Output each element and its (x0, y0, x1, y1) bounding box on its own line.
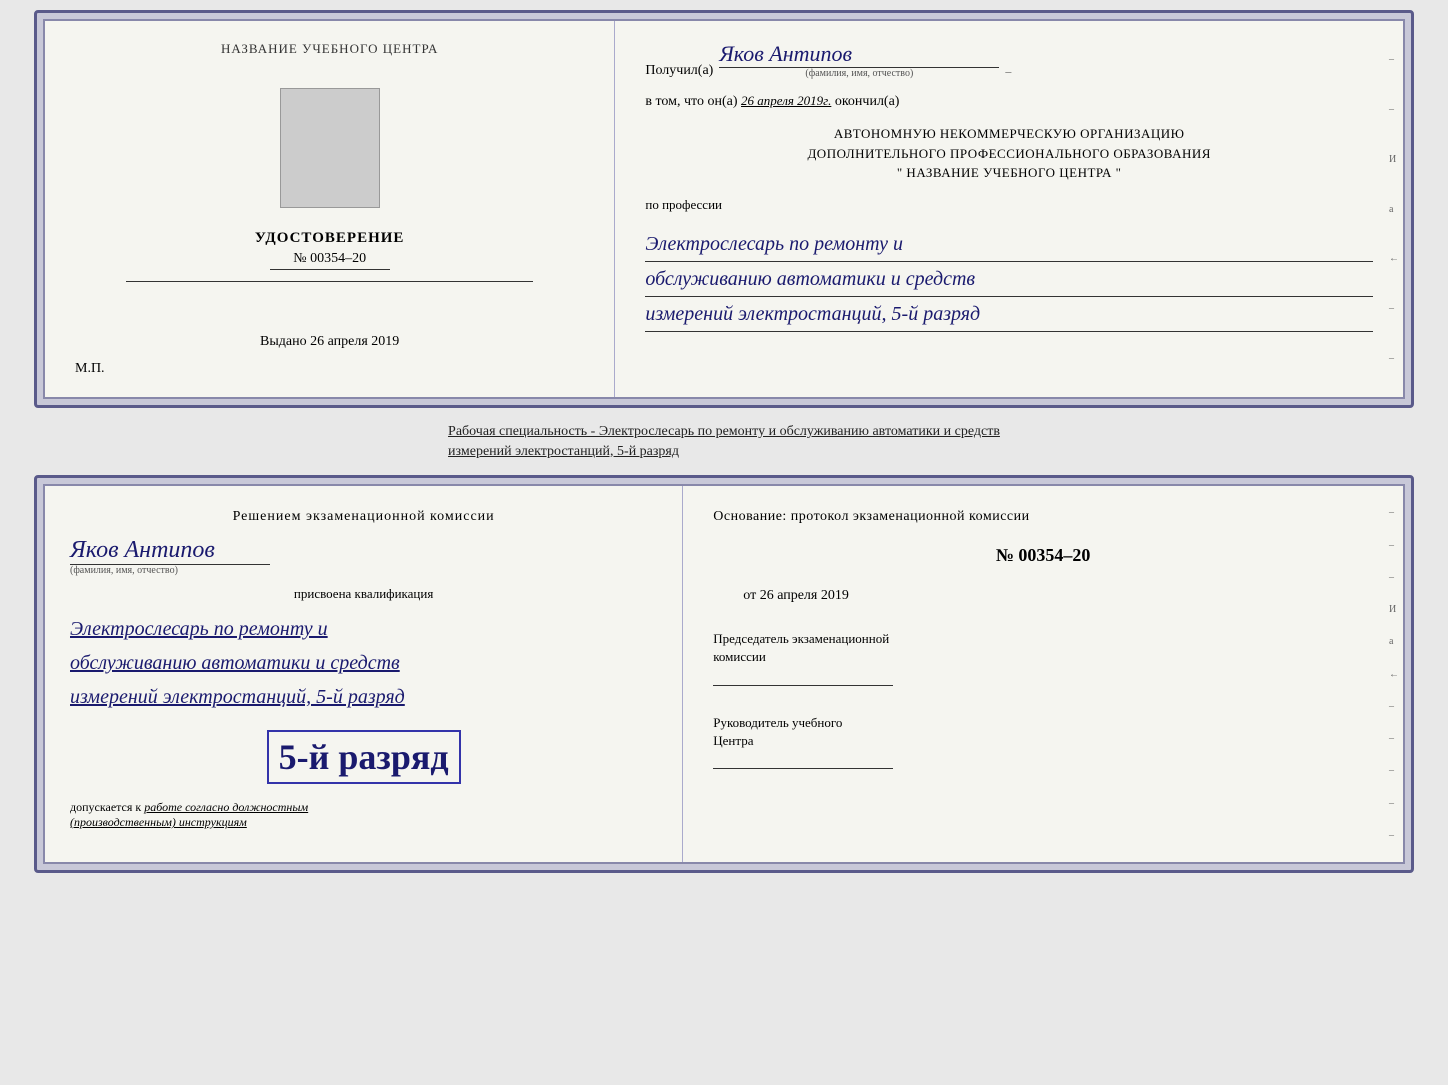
edge-marks-lower: – – – И а ← – – – – – (1389, 486, 1399, 862)
profession-line3: измерений электростанций, 5-й разряд (645, 297, 1373, 332)
vtom-suffix: окончил(а) (835, 94, 900, 109)
received-name: Яков Антипов (719, 41, 999, 68)
udostoverenie-block: УДОСТОВЕРЕНИЕ № 00354–20 (255, 230, 405, 270)
upper-doc-right: Получил(а) Яков Антипов (фамилия, имя, о… (615, 21, 1403, 397)
profession-line2: обслуживанию автоматики и средств (645, 262, 1373, 297)
udostoverenie-title: УДОСТОВЕРЕНИЕ (255, 230, 405, 247)
protocol-number: № 00354–20 (713, 545, 1373, 566)
qual-line3: измерений электростанций, 5-й разряд (70, 680, 657, 714)
decision-text: Решением экзаменационной комиссии (70, 506, 657, 527)
between-line2: измерений электростанций, 5-й разряд (448, 442, 1000, 462)
dopusk-prefix: допускается к (70, 800, 141, 814)
certificate-number: № 00354–20 (270, 251, 390, 270)
osnov-text: Основание: протокол экзаменационной коми… (713, 506, 1373, 527)
dopusk-text: допускается к работе согласно должностны… (70, 800, 657, 830)
upper-document: НАЗВАНИЕ УЧЕБНОГО ЦЕНТРА УДОСТОВЕРЕНИЕ №… (34, 10, 1414, 408)
dopusk-italic: работе согласно должностным (144, 800, 308, 814)
photo-placeholder (280, 88, 380, 208)
profession-block: Электрослесарь по ремонту и обслуживанию… (645, 227, 1373, 332)
vtom-prefix: в том, что он(а) (645, 94, 737, 109)
person-name-lower: Яков Антипов (70, 537, 270, 565)
dopusk-italic2: (производственным) инструкциям (70, 815, 247, 829)
edge-marks-upper: – – И а ← – – (1389, 21, 1399, 397)
lower-doc-left: Решением экзаменационной комиссии Яков А… (45, 486, 683, 862)
issued-date: Выдано 26 апреля 2019 (260, 334, 399, 350)
upper-doc-left: НАЗВАНИЕ УЧЕБНОГО ЦЕНТРА УДОСТОВЕРЕНИЕ №… (45, 21, 615, 397)
received-label: Получил(а) (645, 63, 713, 79)
between-text: Рабочая специальность - Электрослесарь п… (438, 416, 1010, 467)
fio-sublabel-upper: (фамилия, имя, отчество) (719, 68, 999, 79)
issued-date-value: 26 апреля 2019 (310, 334, 399, 349)
org-line2: ДОПОЛНИТЕЛЬНОГО ПРОФЕССИОНАЛЬНОГО ОБРАЗО… (645, 144, 1373, 164)
qual-line1: Электрослесарь по ремонту и (70, 612, 657, 646)
org-full-name: АВТОНОМНУЮ НЕКОММЕРЧЕСКУЮ ОРГАНИЗАЦИЮ ДО… (645, 124, 1373, 183)
fio-sublabel-lower: (фамилия, имя, отчество) (70, 565, 178, 576)
rank-big-text: 5-й разряд (267, 730, 461, 784)
dash-1: – (1005, 64, 1011, 79)
chairman-label: Председатель экзаменационной комиссии (713, 630, 1373, 666)
issued-label: Выдано (260, 334, 307, 349)
chairman-sign-line (713, 685, 893, 686)
qual-line2: обслуживанию автоматики и средств (70, 646, 657, 680)
from-date: от 26 апреля 2019 (743, 588, 1373, 604)
director-text: Руководитель учебного Центра (713, 715, 842, 748)
vtom-date: 26 апреля 2019г. (741, 93, 831, 108)
lower-document: Решением экзаменационной комиссии Яков А… (34, 475, 1414, 873)
from-label: от (743, 588, 756, 603)
profession-line1: Электрослесарь по ремонту и (645, 227, 1373, 262)
signature-line-1 (126, 281, 533, 282)
director-sign-line (713, 768, 893, 769)
director-label: Руководитель учебного Центра (713, 714, 1373, 750)
between-line1: Рабочая специальность - Электрослесарь п… (448, 422, 1000, 442)
profession-label: по профессии (645, 197, 1373, 213)
org-name-header: НАЗВАНИЕ УЧЕБНОГО ЦЕНТРА (221, 41, 438, 57)
lower-doc-right: Основание: протокол экзаменационной коми… (683, 486, 1403, 862)
rank-box-container: 5-й разряд (70, 724, 657, 790)
vtom-line: в том, что он(а) 26 апреля 2019г. окончи… (645, 93, 1373, 110)
org-line1: АВТОНОМНУЮ НЕКОММЕРЧЕСКУЮ ОРГАНИЗАЦИЮ (645, 124, 1373, 144)
mp-label: М.П. (75, 361, 105, 377)
received-row: Получил(а) Яков Антипов (фамилия, имя, о… (645, 41, 1373, 79)
org-line3: " НАЗВАНИЕ УЧЕБНОГО ЦЕНТРА " (645, 163, 1373, 183)
assigned-label: присвоена квалификация (70, 586, 657, 602)
from-date-value: 26 апреля 2019 (760, 588, 849, 603)
qualification-block: Электрослесарь по ремонту и обслуживанию… (70, 612, 657, 714)
chairman-text: Председатель экзаменационной комиссии (713, 631, 889, 664)
